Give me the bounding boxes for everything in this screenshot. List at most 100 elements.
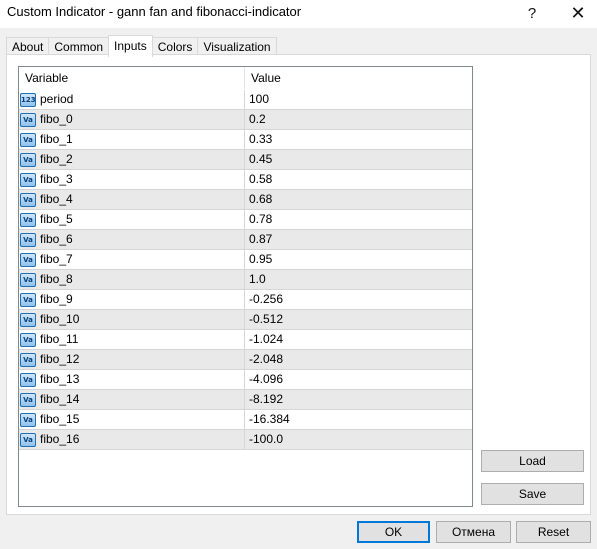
variable-name: fibo_11: [40, 332, 79, 346]
variable-name: fibo_14: [40, 392, 80, 406]
variable-cell: Va fibo_6: [19, 230, 245, 249]
title-bar: Custom Indicator - gann fan and fibonacc…: [0, 0, 597, 28]
variable-name: fibo_13: [40, 372, 80, 386]
value-cell[interactable]: -8.192: [245, 390, 472, 409]
variable-name: fibo_1: [40, 132, 73, 146]
integer-type-icon: 123: [20, 92, 36, 107]
variable-name: fibo_15: [40, 412, 80, 426]
value-cell[interactable]: 0.68: [245, 190, 472, 209]
double-type-icon: Va: [20, 312, 36, 327]
variable-cell: Va fibo_2: [19, 150, 245, 169]
variable-name: fibo_7: [40, 252, 73, 266]
value-cell[interactable]: 0.87: [245, 230, 472, 249]
value-cell[interactable]: -4.096: [245, 370, 472, 389]
value-cell[interactable]: 0.58: [245, 170, 472, 189]
variable-name: fibo_9: [40, 292, 73, 306]
variable-cell: Va fibo_3: [19, 170, 245, 189]
table-row[interactable]: 123 period 100: [19, 90, 472, 110]
column-header-variable[interactable]: Variable: [19, 67, 245, 89]
variable-name: period: [40, 92, 74, 106]
table-row[interactable]: Va fibo_7 0.95: [19, 250, 472, 270]
variable-name: fibo_8: [40, 272, 73, 286]
table-row[interactable]: Va fibo_11 -1.024: [19, 330, 472, 350]
value-cell[interactable]: 0.78: [245, 210, 472, 229]
variable-cell: Va fibo_15: [19, 410, 245, 429]
double-type-icon: Va: [20, 332, 36, 347]
value-cell[interactable]: 1.0: [245, 270, 472, 289]
grid-rows: 123 period 100 Va fibo_0 0.2 Va fibo_1 0.33 Va fib…: [19, 90, 472, 450]
variable-cell: 123 period: [19, 90, 245, 109]
value-cell[interactable]: 0.45: [245, 150, 472, 169]
variable-cell: Va fibo_4: [19, 190, 245, 209]
double-type-icon: Va: [20, 292, 36, 307]
value-cell[interactable]: -0.512: [245, 310, 472, 329]
variable-cell: Va fibo_5: [19, 210, 245, 229]
load-button[interactable]: Load: [481, 450, 584, 472]
table-row[interactable]: Va fibo_3 0.58: [19, 170, 472, 190]
inputs-panel: Variable Value 123 period 100 Va fibo_0 0.2 Va…: [6, 54, 591, 515]
variable-name: fibo_3: [40, 172, 73, 186]
table-row[interactable]: Va fibo_8 1.0: [19, 270, 472, 290]
value-cell[interactable]: -100.0: [245, 430, 472, 449]
value-cell[interactable]: -16.384: [245, 410, 472, 429]
variable-cell: Va fibo_16: [19, 430, 245, 449]
variable-name: fibo_12: [40, 352, 80, 366]
variable-name: fibo_16: [40, 432, 80, 446]
grid-header: Variable Value: [19, 67, 472, 89]
double-type-icon: Va: [20, 152, 36, 167]
variable-name: fibo_2: [40, 152, 73, 166]
inputs-grid: Variable Value 123 period 100 Va fibo_0 0.2 Va…: [18, 66, 473, 507]
table-row[interactable]: Va fibo_13 -4.096: [19, 370, 472, 390]
table-row[interactable]: Va fibo_0 0.2: [19, 110, 472, 130]
ok-button[interactable]: OK: [357, 521, 430, 543]
table-row[interactable]: Va fibo_12 -2.048: [19, 350, 472, 370]
double-type-icon: Va: [20, 232, 36, 247]
variable-cell: Va fibo_0: [19, 110, 245, 129]
table-row[interactable]: Va fibo_1 0.33: [19, 130, 472, 150]
value-cell[interactable]: 0.2: [245, 110, 472, 129]
double-type-icon: Va: [20, 352, 36, 367]
tab-inputs[interactable]: Inputs: [108, 35, 153, 57]
cancel-button[interactable]: Отмена: [436, 521, 511, 543]
variable-name: fibo_5: [40, 212, 73, 226]
table-row[interactable]: Va fibo_9 -0.256: [19, 290, 472, 310]
value-cell[interactable]: -2.048: [245, 350, 472, 369]
close-icon: ✕: [570, 2, 586, 23]
window-title: Custom Indicator - gann fan and fibonacc…: [7, 4, 302, 19]
variable-cell: Va fibo_11: [19, 330, 245, 349]
close-button[interactable]: ✕: [555, 0, 597, 26]
table-row[interactable]: Va fibo_5 0.78: [19, 210, 472, 230]
double-type-icon: Va: [20, 252, 36, 267]
variable-cell: Va fibo_8: [19, 270, 245, 289]
help-button[interactable]: ?: [509, 0, 555, 26]
table-row[interactable]: Va fibo_14 -8.192: [19, 390, 472, 410]
double-type-icon: Va: [20, 112, 36, 127]
variable-name: fibo_0: [40, 112, 73, 126]
variable-cell: Va fibo_12: [19, 350, 245, 369]
tab-strip: About Common Inputs Colors Visualization: [6, 35, 277, 57]
reset-button[interactable]: Reset: [516, 521, 591, 543]
double-type-icon: Va: [20, 272, 36, 287]
table-row[interactable]: Va fibo_16 -100.0: [19, 430, 472, 450]
table-row[interactable]: Va fibo_15 -16.384: [19, 410, 472, 430]
table-row[interactable]: Va fibo_6 0.87: [19, 230, 472, 250]
double-type-icon: Va: [20, 132, 36, 147]
double-type-icon: Va: [20, 372, 36, 387]
value-cell[interactable]: 0.95: [245, 250, 472, 269]
variable-name: fibo_4: [40, 192, 73, 206]
double-type-icon: Va: [20, 392, 36, 407]
column-header-value[interactable]: Value: [245, 67, 472, 89]
variable-cell: Va fibo_10: [19, 310, 245, 329]
value-cell[interactable]: 0.33: [245, 130, 472, 149]
value-cell[interactable]: -0.256: [245, 290, 472, 309]
double-type-icon: Va: [20, 212, 36, 227]
table-row[interactable]: Va fibo_2 0.45: [19, 150, 472, 170]
table-row[interactable]: Va fibo_10 -0.512: [19, 310, 472, 330]
variable-cell: Va fibo_7: [19, 250, 245, 269]
value-cell[interactable]: 100: [245, 90, 472, 109]
save-button[interactable]: Save: [481, 483, 584, 505]
value-cell[interactable]: -1.024: [245, 330, 472, 349]
variable-name: fibo_10: [40, 312, 80, 326]
table-row[interactable]: Va fibo_4 0.68: [19, 190, 472, 210]
variable-cell: Va fibo_14: [19, 390, 245, 409]
